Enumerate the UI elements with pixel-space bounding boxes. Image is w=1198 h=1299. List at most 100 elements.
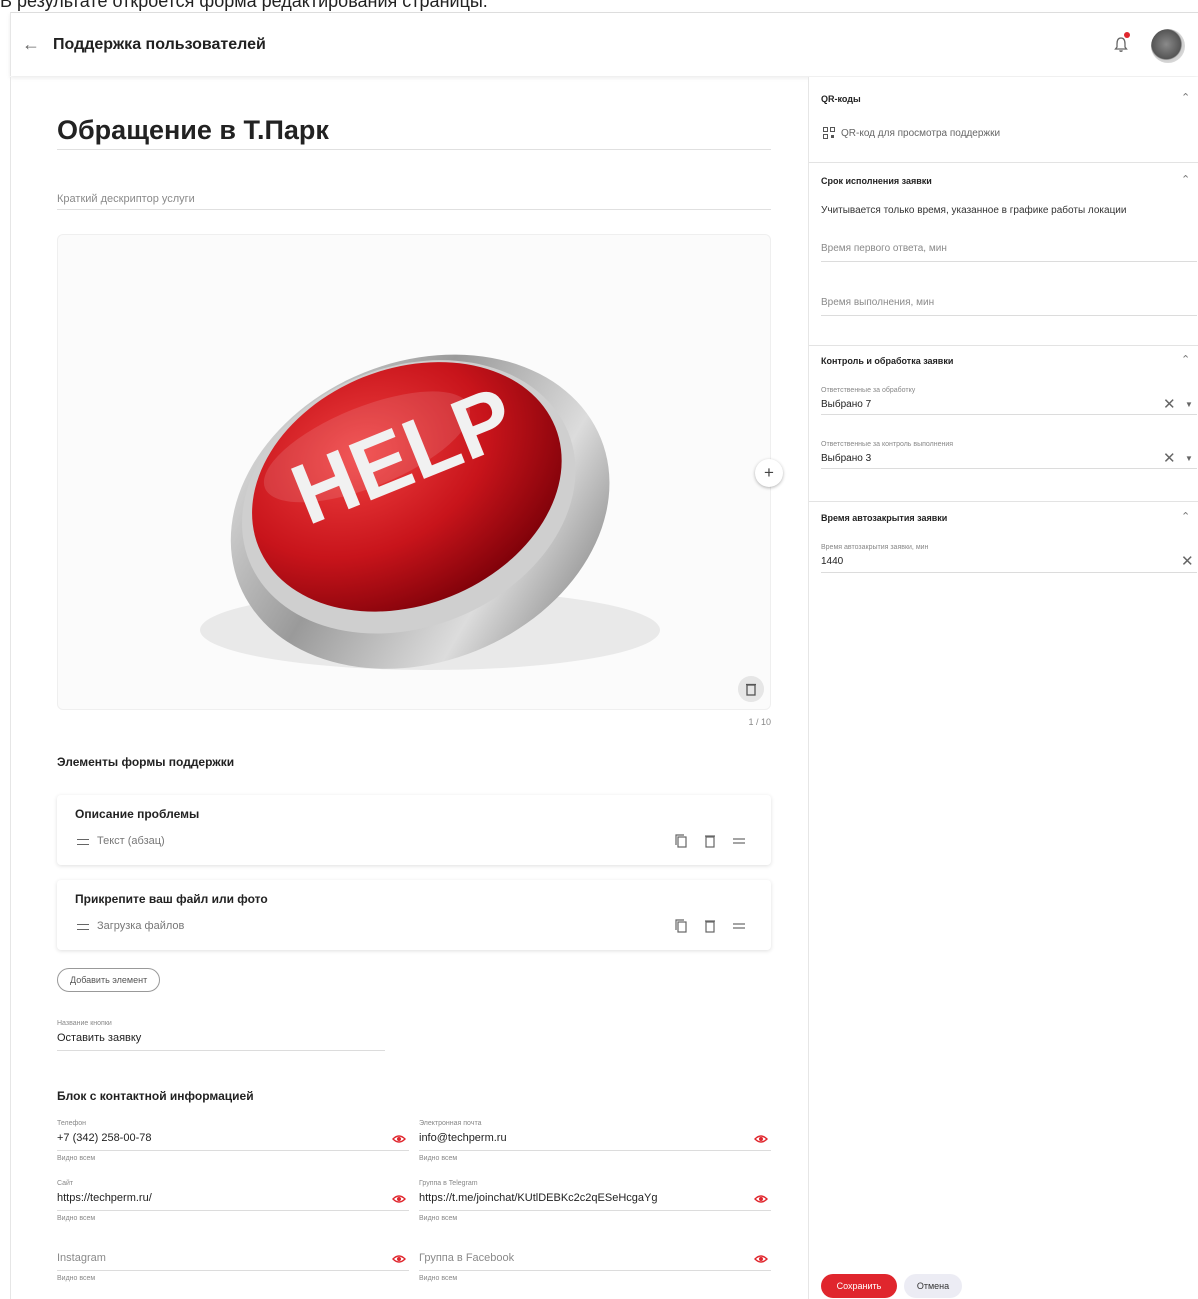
paragraph-icon xyxy=(77,924,89,930)
button-name-input[interactable]: Оставить заявку xyxy=(57,1032,141,1044)
facebook-input[interactable]: Группа в Facebook xyxy=(419,1252,514,1264)
processing-label: Ответственные за обработку xyxy=(821,387,916,394)
phone-input[interactable]: +7 (342) 258-00-78 xyxy=(57,1132,151,1144)
element-type: Текст (абзац) xyxy=(97,835,165,847)
eye-icon[interactable] xyxy=(754,1194,768,1204)
eye-icon[interactable] xyxy=(392,1194,406,1204)
descriptor-input[interactable]: Краткий дескриптор услуги xyxy=(57,193,195,205)
close-icon[interactable]: ✕ xyxy=(1163,395,1176,413)
trash-icon[interactable] xyxy=(738,676,764,702)
notification-dot xyxy=(1124,32,1130,38)
copy-icon[interactable] xyxy=(673,918,689,934)
button-name-label: Название кнопки xyxy=(57,1020,112,1027)
divider xyxy=(809,162,1198,163)
page-caption: В результате откроется форма редактирова… xyxy=(0,0,488,11)
first-response-input[interactable]: Время первого ответа, мин xyxy=(821,243,947,254)
telegram-visibility-hint: Видно всем xyxy=(419,1215,458,1222)
phone-visibility-hint: Видно всем xyxy=(57,1155,96,1162)
copy-icon[interactable] xyxy=(673,833,689,849)
element-type: Загрузка файлов xyxy=(97,920,185,932)
chevron-up-icon[interactable]: ⌃ xyxy=(1181,353,1190,366)
facebook-visibility-hint: Видно всем xyxy=(419,1275,458,1282)
deadline-section-title: Срок исполнения заявки xyxy=(821,176,932,186)
avatar[interactable] xyxy=(1151,29,1185,63)
contacts-heading: Блок с контактной информацией xyxy=(57,1089,254,1103)
autoclose-label: Время автозакрытия заявки, мин xyxy=(821,544,929,551)
plus-icon[interactable]: + xyxy=(755,459,783,487)
caret-down-icon[interactable]: ▼ xyxy=(1185,400,1193,409)
trash-icon[interactable] xyxy=(702,833,718,849)
control-section-title: Контроль и обработка заявки xyxy=(821,356,954,366)
image-carousel[interactable]: HELP xyxy=(57,234,771,710)
completion-input[interactable]: Время выполнения, мин xyxy=(821,297,934,308)
processing-select[interactable]: Выбрано 7 xyxy=(821,399,871,410)
drag-handle-icon[interactable] xyxy=(731,833,747,849)
telegram-input[interactable]: https://t.me/joinchat/KUtlDEBKc2c2qESeHc… xyxy=(419,1192,657,1204)
qr-section-title: QR-коды xyxy=(821,94,861,104)
title-underline xyxy=(57,149,771,150)
close-icon[interactable]: ✕ xyxy=(1163,449,1176,467)
eye-icon[interactable] xyxy=(754,1134,768,1144)
form-elements-heading: Элементы формы поддержки xyxy=(57,755,235,769)
add-element-button[interactable]: Добавить элемент xyxy=(57,968,161,992)
help-button-image: HELP xyxy=(200,354,660,670)
facebook-underline xyxy=(419,1270,771,1271)
site-visibility-hint: Видно всем xyxy=(57,1215,96,1222)
close-icon[interactable]: ✕ xyxy=(1181,552,1194,570)
trash-icon[interactable] xyxy=(702,918,718,934)
processing-underline xyxy=(821,414,1197,415)
image-counter: 1 / 10 xyxy=(748,717,771,727)
form-element-card[interactable]: Описание проблемы Текст (абзац) xyxy=(57,795,771,865)
cancel-button[interactable]: Отмена xyxy=(904,1274,962,1298)
descriptor-underline xyxy=(57,209,771,210)
instagram-visibility-hint: Видно всем xyxy=(57,1275,96,1282)
app-bar: ← Поддержка пользователей xyxy=(10,12,1198,76)
app-title: Поддержка пользователей xyxy=(53,35,266,53)
form-element-card[interactable]: Прикрепите ваш файл или фото Загрузка фа… xyxy=(57,880,771,950)
eye-icon[interactable] xyxy=(754,1254,768,1264)
email-input[interactable]: info@techperm.ru xyxy=(419,1132,507,1144)
email-label: Электронная почта xyxy=(419,1120,482,1127)
divider xyxy=(809,501,1198,502)
autoclose-section-title: Время автозакрытия заявки xyxy=(821,513,948,523)
instagram-input[interactable]: Instagram xyxy=(57,1252,106,1264)
main-content: Обращение в Т.Парк Краткий дескриптор ус… xyxy=(10,77,808,1299)
chevron-up-icon[interactable]: ⌃ xyxy=(1181,173,1190,186)
eye-icon[interactable] xyxy=(392,1254,406,1264)
divider xyxy=(809,345,1198,346)
site-input[interactable]: https://techperm.ru/ xyxy=(57,1192,152,1204)
email-visibility-hint: Видно всем xyxy=(419,1155,458,1162)
save-button[interactable]: Сохранить xyxy=(821,1274,897,1298)
bell-icon[interactable] xyxy=(1111,35,1131,55)
chevron-up-icon[interactable]: ⌃ xyxy=(1181,510,1190,523)
site-label: Сайт xyxy=(57,1180,74,1187)
email-underline xyxy=(419,1150,771,1151)
page-title[interactable]: Обращение в Т.Парк xyxy=(57,115,329,146)
telegram-underline xyxy=(419,1210,771,1211)
back-arrow-icon[interactable]: ← xyxy=(11,34,51,55)
drag-handle-icon[interactable] xyxy=(731,918,747,934)
control-label: Ответственные за контроль выполнения xyxy=(821,441,954,448)
telegram-label: Группа в Telegram xyxy=(419,1180,478,1187)
autoclose-input[interactable]: 1440 xyxy=(821,556,843,567)
autoclose-underline xyxy=(821,572,1197,573)
qr-icon xyxy=(823,127,835,139)
chevron-up-icon[interactable]: ⌃ xyxy=(1181,91,1190,104)
element-title: Прикрепите ваш файл или фото xyxy=(75,892,268,906)
site-underline xyxy=(57,1210,409,1211)
completion-underline xyxy=(821,315,1197,316)
eye-icon[interactable] xyxy=(392,1134,406,1144)
caret-down-icon[interactable]: ▼ xyxy=(1185,454,1193,463)
phone-underline xyxy=(57,1150,409,1151)
button-name-underline xyxy=(57,1050,385,1051)
phone-label: Телефон xyxy=(57,1120,87,1127)
control-underline xyxy=(821,468,1197,469)
first-response-underline xyxy=(821,261,1197,262)
settings-panel: QR-коды ⌃ QR-код для просмотра поддержки… xyxy=(808,77,1198,1299)
deadline-note: Учитывается только время, указанное в гр… xyxy=(821,205,1127,216)
instagram-underline xyxy=(57,1270,409,1271)
paragraph-icon xyxy=(77,839,89,845)
element-title: Описание проблемы xyxy=(75,807,200,821)
qr-view-link[interactable]: QR-код для просмотра поддержки xyxy=(841,128,1000,139)
control-select[interactable]: Выбрано 3 xyxy=(821,453,871,464)
